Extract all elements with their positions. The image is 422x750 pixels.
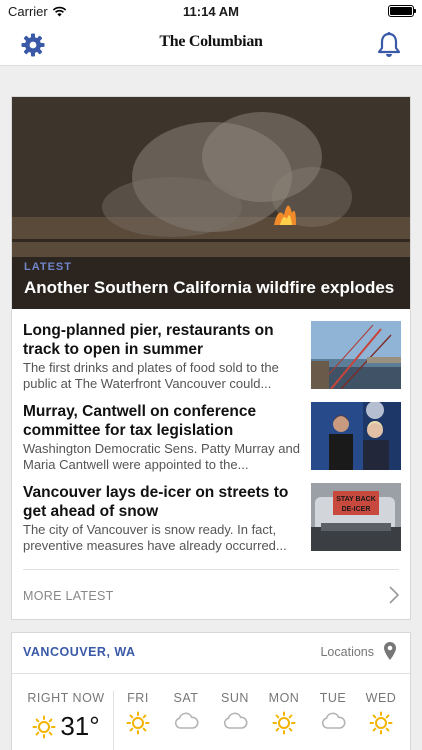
story-text: Long-planned pier, restaurants on track …: [23, 321, 303, 392]
latest-news-card: LATEST Another Southern California wildf…: [11, 96, 411, 620]
sun-icon: [369, 711, 393, 735]
sun-icon: [126, 711, 150, 735]
forecast-day-label: TUE: [319, 691, 347, 705]
weather-city[interactable]: VANCOUVER, WA: [23, 645, 136, 659]
right-now-label: RIGHT NOW: [27, 691, 105, 705]
senators-photo: [311, 402, 401, 470]
list-item[interactable]: Long-planned pier, restaurants on track …: [23, 321, 401, 391]
bell-icon[interactable]: [376, 31, 402, 59]
latest-tag: LATEST: [24, 261, 72, 273]
forecast-day[interactable]: SUN: [213, 691, 257, 731]
story-text: Murray, Cantwell on conference committee…: [23, 402, 303, 473]
divider: [113, 691, 114, 750]
nav-bar: The Columbian: [0, 22, 422, 66]
forecast-day-label: SUN: [221, 691, 249, 705]
deicer-truck-photo: STAY BACK DE-ICER: [311, 483, 401, 551]
story-text: Vancouver lays de-icer on streets to get…: [23, 483, 303, 554]
list-item[interactable]: Murray, Cantwell on conference committee…: [23, 402, 401, 472]
story-title: Long-planned pier, restaurants on track …: [23, 322, 274, 358]
forecast-day[interactable]: MON: [262, 691, 306, 735]
forecast-day[interactable]: SAT: [164, 691, 208, 731]
forecast-day[interactable]: FRI: [116, 691, 160, 735]
cloud-icon: [174, 712, 199, 729]
story-title: Murray, Cantwell on conference committee…: [23, 403, 257, 439]
pier-photo: [311, 321, 401, 389]
sign-line-2: DE-ICER: [342, 506, 371, 513]
clock: 11:14 AM: [183, 4, 239, 19]
hero-headline: Another Southern California wildfire exp…: [24, 278, 395, 297]
weather-card: VANCOUVER, WA Locations RIGHT NOW 31° FR…: [11, 632, 411, 750]
current-temperature: 31°: [60, 711, 100, 741]
cloud-icon: [223, 712, 248, 729]
forecast-day-label: SAT: [173, 691, 199, 705]
chevron-right-icon: [389, 586, 399, 604]
sun-icon: [32, 715, 56, 738]
story-summary: The city of Vancouver is snow ready. In …: [23, 522, 287, 553]
sun-icon: [272, 711, 296, 735]
divider: [12, 673, 410, 674]
story-summary: Washington Democratic Sens. Patty Murray…: [23, 441, 300, 472]
forecast-day-label: MON: [268, 691, 300, 705]
sign-line-1: STAY BACK: [336, 496, 376, 503]
more-latest-label: MORE LATEST: [23, 589, 114, 603]
app-logo: The Columbian: [159, 33, 263, 50]
location-pin-icon[interactable]: [384, 642, 396, 660]
forecast-day-label: WED: [365, 691, 397, 705]
hero-story[interactable]: LATEST Another Southern California wildf…: [12, 97, 410, 309]
forecast-day-label: FRI: [127, 691, 149, 705]
locations-button[interactable]: Locations: [320, 645, 374, 659]
more-latest-link[interactable]: MORE LATEST: [23, 569, 399, 621]
story-title: Vancouver lays de-icer on streets to get…: [23, 484, 289, 520]
status-bar: Carrier 11:14 AM: [0, 0, 422, 22]
list-item[interactable]: Vancouver lays de-icer on streets to get…: [23, 483, 401, 553]
cloud-icon: [321, 712, 346, 729]
forecast-day[interactable]: WED: [359, 691, 403, 735]
forecast-day[interactable]: TUE: [311, 691, 355, 731]
story-summary: The first drinks and plates of food sold…: [23, 360, 279, 391]
battery-icon: [388, 5, 416, 17]
current-weather: RIGHT NOW 31°: [20, 691, 112, 742]
